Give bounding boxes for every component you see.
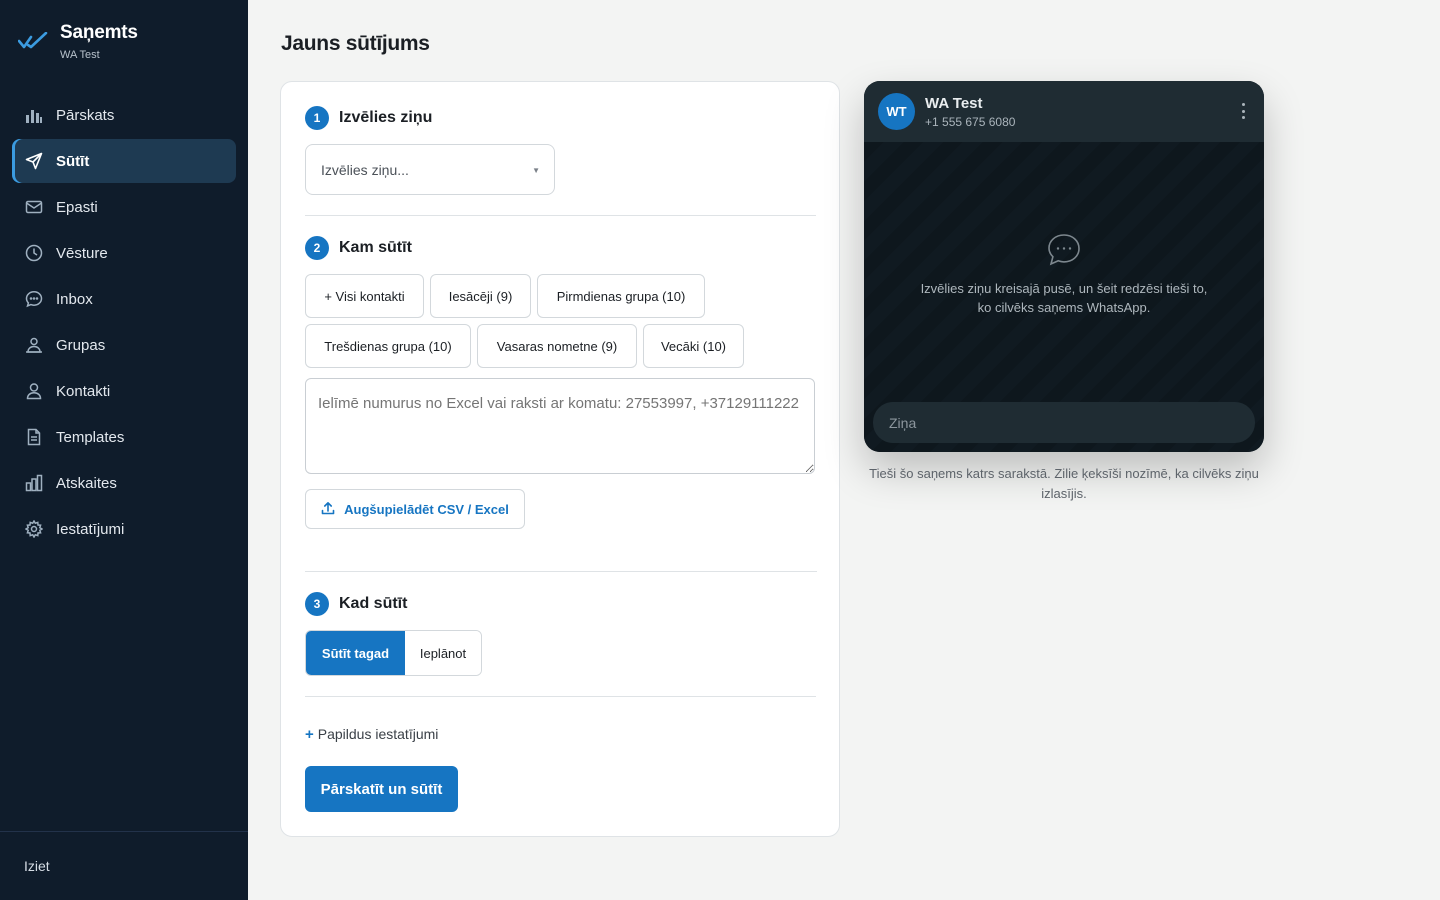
brand-account: WA Test [60, 49, 100, 61]
send-icon [25, 152, 43, 170]
chat-bubble-icon [1046, 232, 1082, 268]
chip-group-vecaki[interactable]: Vecāki (10) [643, 324, 744, 368]
chat-header: WT WA Test +1 555 675 6080 [864, 81, 1264, 142]
contact-name: WA Test [925, 95, 983, 112]
step-number: 3 [305, 592, 329, 616]
extra-settings-toggle[interactable]: + Papildus iestatījumi [305, 726, 438, 743]
sidebar-divider [0, 831, 248, 832]
document-icon [25, 428, 43, 446]
step-title: Kam sūtīt [339, 239, 412, 256]
sidebar-item-label: Sūtīt [56, 152, 90, 170]
step-title: Izvēlies ziņu [339, 109, 433, 126]
sidebar-item-inbox[interactable]: Inbox [12, 277, 236, 321]
sidebar-item-vesture[interactable]: Vēsture [12, 231, 236, 275]
preview-hint: Izvēlies ziņu kreisajā pusē, un šeit red… [920, 281, 1208, 315]
divider [305, 215, 816, 216]
sidebar-item-label: Atskaites [56, 474, 117, 492]
bar-chart-icon [25, 106, 43, 124]
sidebar: Saņemts WA Test Pārskats Sūtīt Epasti Vē… [0, 0, 248, 900]
whatsapp-preview: WT WA Test +1 555 675 6080 Izvēlies ziņu… [864, 81, 1264, 452]
sidebar-item-iestatijumi[interactable]: Iestatījumi [12, 507, 236, 551]
users-icon [25, 336, 43, 354]
divider [305, 571, 817, 572]
chip-group-pirmdienas[interactable]: Pirmdienas grupa (10) [537, 274, 705, 318]
sidebar-item-label: Inbox [56, 290, 93, 308]
step-number: 1 [305, 106, 329, 130]
chip-group-tresdienas[interactable]: Trešdienas grupa (10) [305, 324, 471, 368]
message-select-value: Izvēlies ziņu... [321, 161, 409, 178]
numbers-textarea[interactable] [305, 378, 815, 474]
divider [305, 696, 816, 697]
mail-icon [25, 198, 43, 216]
step-2-header: 2 Kam sūtīt [305, 236, 412, 260]
sidebar-item-parskats[interactable]: Pārskats [12, 93, 236, 137]
upload-csv-button[interactable]: Augšupielādēt CSV / Excel [305, 489, 525, 529]
sidebar-item-sutit[interactable]: Sūtīt [12, 139, 236, 183]
chip-all-contacts[interactable]: + Visi kontakti [305, 274, 424, 318]
sidebar-item-label: Templates [56, 428, 125, 446]
sidebar-item-kontakti[interactable]: Kontakti [12, 369, 236, 413]
sidebar-item-label: Kontakti [56, 382, 111, 400]
avatar: WT [878, 93, 915, 130]
upload-label: Augšupielādēt CSV / Excel [344, 501, 509, 517]
clock-icon [25, 244, 43, 262]
send-now-button[interactable]: Sūtīt tagad [306, 631, 405, 675]
message-select[interactable]: Izvēlies ziņu... ▼ [305, 144, 555, 195]
step-title: Kad sūtīt [339, 595, 408, 612]
step-1-header: 1 Izvēlies ziņu [305, 106, 432, 130]
preview-caption: Tieši šo saņems katrs sarakstā. Zilie ķe… [869, 466, 1259, 501]
double-check-logo-icon [17, 31, 48, 56]
gear-icon [25, 520, 43, 538]
sidebar-item-grupas[interactable]: Grupas [12, 323, 236, 367]
reports-icon [25, 474, 43, 492]
chat-bubble-icon [25, 290, 43, 308]
chat-area: Izvēlies ziņu kreisajā pusē, un šeit red… [864, 142, 1264, 452]
schedule-button[interactable]: Ieplānot [405, 631, 481, 675]
plus-icon: + [305, 726, 314, 743]
sidebar-item-label: Iestatījumi [56, 520, 125, 538]
more-options-icon[interactable] [1242, 103, 1246, 119]
upload-icon [321, 501, 335, 518]
sidebar-nav: Pārskats Sūtīt Epasti Vēsture Inbox Grup… [12, 93, 236, 553]
brand[interactable]: Saņemts WA Test [17, 22, 138, 61]
brand-name: Saņemts [60, 22, 138, 43]
sidebar-item-epasti[interactable]: Epasti [12, 185, 236, 229]
sidebar-item-label: Vēsture [56, 244, 108, 262]
step-3-header: 3 Kad sūtīt [305, 592, 407, 616]
chip-group-vasaras[interactable]: Vasaras nometne (9) [477, 324, 637, 368]
send-timing-toggle: Sūtīt tagad Ieplānot [305, 630, 482, 676]
message-input[interactable]: Ziņa [873, 402, 1255, 443]
compose-card: 1 Izvēlies ziņu Izvēlies ziņu... ▼ 2 Kam… [280, 81, 840, 837]
extra-settings-label: Papildus iestatījumi [317, 726, 439, 742]
logout-link[interactable]: Iziet [24, 858, 50, 874]
contact-number: +1 555 675 6080 [925, 115, 1016, 129]
dropdown-arrow-icon: ▼ [532, 166, 540, 175]
sidebar-item-label: Grupas [56, 336, 106, 354]
page-title: Jauns sūtījums [281, 32, 430, 55]
review-and-send-button[interactable]: Pārskatīt un sūtīt [305, 766, 458, 812]
sidebar-item-atskaites[interactable]: Atskaites [12, 461, 236, 505]
sidebar-item-label: Pārskats [56, 106, 115, 124]
user-icon [25, 382, 43, 400]
step-number: 2 [305, 236, 329, 260]
sidebar-item-templates[interactable]: Templates [12, 415, 236, 459]
chip-group-iesaceji[interactable]: Iesācēji (9) [430, 274, 531, 318]
sidebar-item-label: Epasti [56, 198, 98, 216]
